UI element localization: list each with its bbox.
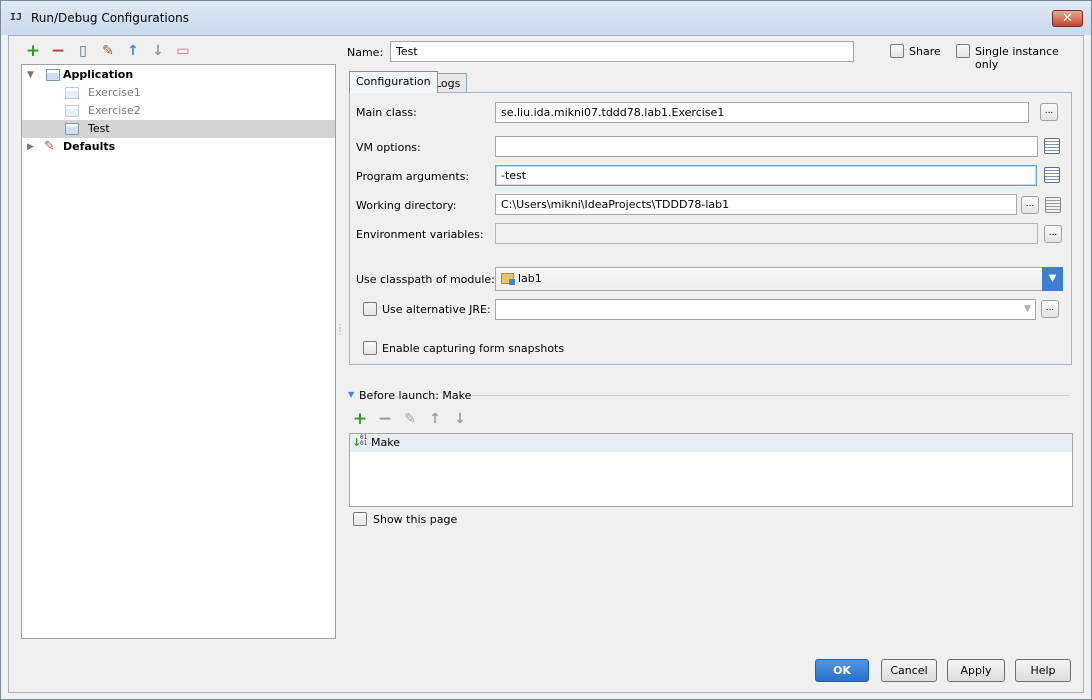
vm-options-label: VM options: bbox=[356, 141, 421, 154]
name-label: Name: bbox=[347, 46, 384, 59]
expanded-triangle-icon[interactable]: ▼ bbox=[27, 66, 34, 84]
collapse-triangle-icon[interactable]: ▼ bbox=[348, 390, 354, 399]
classpath-module-select[interactable]: lab1 ▼ bbox=[495, 267, 1063, 291]
alternative-jre-input[interactable] bbox=[495, 299, 1036, 320]
working-directory-input[interactable]: C:\Users\mikni\IdeaProjects\TDDD78-lab1 bbox=[495, 194, 1017, 215]
help-button[interactable]: Help bbox=[1015, 659, 1071, 682]
tree-item-label: Exercise2 bbox=[88, 104, 141, 117]
show-page-checkbox[interactable] bbox=[353, 512, 367, 526]
single-instance-label: Single instance only bbox=[975, 45, 1059, 71]
minus-icon[interactable]: − bbox=[49, 42, 67, 60]
dialog-window: IJ Run/Debug Configurations ✕ + − ▯ ✎ ↑ … bbox=[0, 0, 1092, 700]
working-directory-browse-button[interactable]: ... bbox=[1021, 196, 1039, 214]
alternative-jre-checkbox[interactable] bbox=[363, 302, 377, 316]
arrow-up-icon[interactable]: ↑ bbox=[124, 42, 142, 60]
tree-item-exercise1[interactable]: Exercise1 bbox=[22, 84, 335, 102]
environment-variables-browse-button[interactable]: ... bbox=[1044, 225, 1062, 243]
share-checkbox[interactable] bbox=[890, 44, 904, 58]
classpath-module-value: lab1 bbox=[518, 272, 542, 285]
copy-icon[interactable]: ▯ bbox=[74, 42, 92, 60]
tree-item-test[interactable]: Test bbox=[22, 120, 335, 138]
section-divider bbox=[472, 395, 1070, 396]
expand-editor-icon[interactable] bbox=[1044, 138, 1060, 154]
classpath-module-label: Use classpath of module: bbox=[356, 273, 495, 286]
working-directory-label: Working directory: bbox=[356, 199, 457, 212]
wrench-icon: ✎ bbox=[44, 139, 55, 154]
tree-item-label: Defaults bbox=[63, 140, 116, 153]
chevron-down-icon[interactable]: ▼ bbox=[1042, 267, 1063, 291]
tree-item-exercise2[interactable]: Exercise2 bbox=[22, 102, 335, 120]
application-config-icon bbox=[65, 87, 79, 99]
main-class-label: Main class: bbox=[356, 106, 417, 119]
application-config-icon bbox=[65, 105, 79, 117]
before-launch-list[interactable]: ↓ 01 01 Make bbox=[349, 433, 1073, 507]
collapsed-triangle-icon[interactable]: ▶ bbox=[27, 138, 34, 156]
cancel-button[interactable]: Cancel bbox=[881, 659, 937, 682]
plus-icon[interactable]: + bbox=[24, 42, 42, 60]
apply-button[interactable]: Apply bbox=[947, 659, 1005, 682]
share-label: Share bbox=[909, 45, 941, 58]
main-class-input[interactable]: se.liu.ida.mikni07.tddd78.lab1.Exercise1 bbox=[495, 102, 1029, 123]
configurations-tree[interactable]: ▼ Application Exercise1 Exercise2 Test ▶… bbox=[21, 64, 336, 639]
tree-item-label: Test bbox=[88, 122, 110, 135]
binary-icon: 01 01 bbox=[360, 434, 368, 447]
form-snapshots-checkbox[interactable] bbox=[363, 341, 377, 355]
main-class-browse-button[interactable]: ... bbox=[1040, 103, 1058, 121]
program-arguments-input[interactable]: -test bbox=[495, 165, 1037, 186]
tree-item-defaults[interactable]: ▶ ✎ Defaults bbox=[22, 138, 335, 156]
chevron-down-icon[interactable]: ▼ bbox=[1019, 299, 1036, 320]
arrow-down-icon[interactable]: ↓ bbox=[149, 42, 167, 60]
program-arguments-label: Program arguments: bbox=[356, 170, 470, 183]
alternative-jre-browse-button[interactable]: ... bbox=[1041, 300, 1059, 318]
list-item[interactable]: ↓ 01 01 Make bbox=[350, 434, 1072, 452]
before-launch-title: Before launch: Make bbox=[359, 389, 472, 402]
intellij-app-icon: IJ bbox=[10, 12, 23, 23]
tree-item-label: Application bbox=[63, 68, 134, 81]
name-input[interactable]: Test bbox=[390, 41, 854, 62]
dialog-content: + − ▯ ✎ ↑ ↓ ▭ ▼ Application Exercise1 Ex… bbox=[8, 35, 1084, 693]
alternative-jre-label: Use alternative JRE: bbox=[382, 303, 491, 316]
expand-editor-icon[interactable] bbox=[1044, 167, 1060, 183]
macro-icon[interactable] bbox=[1045, 197, 1061, 213]
vm-options-input[interactable] bbox=[495, 136, 1038, 157]
list-item-label: Make bbox=[371, 436, 400, 449]
single-instance-checkbox[interactable] bbox=[956, 44, 970, 58]
title-bar: IJ Run/Debug Configurations ✕ bbox=[1, 1, 1091, 35]
application-config-icon bbox=[65, 123, 79, 135]
tab-configuration[interactable]: Configuration bbox=[349, 71, 438, 93]
splitter-handle[interactable]: ⋮ ⋮ bbox=[336, 324, 344, 346]
arrow-up-icon[interactable]: ↑ bbox=[427, 411, 443, 427]
application-icon bbox=[46, 69, 60, 81]
folder-icon[interactable]: ▭ bbox=[174, 42, 192, 60]
wrench-icon[interactable]: ✎ bbox=[99, 42, 117, 60]
edit-icon[interactable]: ✎ bbox=[402, 411, 418, 427]
window-title: Run/Debug Configurations bbox=[31, 11, 189, 25]
close-button[interactable]: ✕ bbox=[1052, 10, 1083, 27]
environment-variables-input[interactable] bbox=[495, 223, 1038, 244]
tree-item-application[interactable]: ▼ Application bbox=[22, 66, 335, 84]
ok-button[interactable]: OK bbox=[815, 659, 869, 682]
form-snapshots-label: Enable capturing form snapshots bbox=[382, 342, 565, 355]
arrow-down-icon[interactable]: ↓ bbox=[452, 411, 468, 427]
module-folder-icon bbox=[501, 273, 515, 285]
tree-item-label: Exercise1 bbox=[88, 86, 141, 99]
environment-variables-label: Environment variables: bbox=[356, 228, 484, 241]
minus-icon[interactable]: − bbox=[377, 411, 393, 428]
plus-icon[interactable]: + bbox=[352, 411, 368, 428]
show-page-label: Show this page bbox=[373, 513, 458, 526]
